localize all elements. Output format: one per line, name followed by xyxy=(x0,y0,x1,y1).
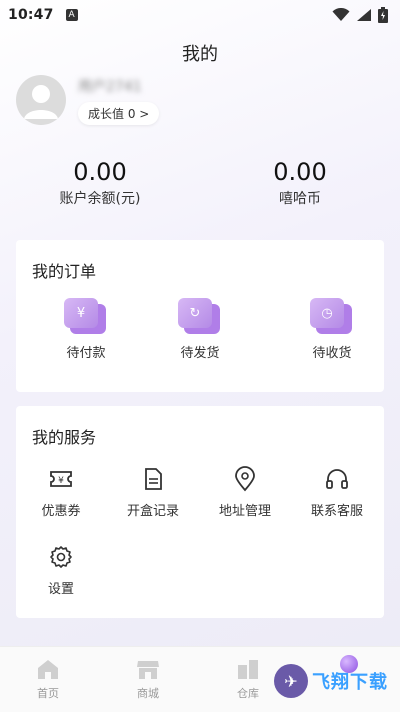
order-item-pending-receipt[interactable]: ◷ 待收货 xyxy=(282,298,382,361)
growth-value-button[interactable]: 成长值 0 > xyxy=(78,101,160,125)
signal-icon xyxy=(357,9,371,21)
status-indicators xyxy=(332,7,388,23)
balance-amount: 0.00 xyxy=(73,158,127,186)
profile-section[interactable]: 用户2741 成长值 0 > xyxy=(16,75,160,125)
battery-icon xyxy=(378,7,388,23)
service-settings[interactable]: 设置 xyxy=(16,544,106,597)
order-label: 待付款 xyxy=(66,346,106,361)
service-label: 开盒记录 xyxy=(126,504,179,519)
location-icon xyxy=(235,466,255,492)
coin-amount: 0.00 xyxy=(273,158,327,186)
avatar[interactable] xyxy=(16,75,66,125)
service-label: 地址管理 xyxy=(218,504,271,519)
pending-ship-icon: ↻ xyxy=(178,298,222,336)
watermark: ✈ 飞翔下载 xyxy=(274,664,388,698)
notification-icon: A xyxy=(65,9,78,21)
service-box-record[interactable]: 开盒记录 xyxy=(108,466,198,519)
services-card: 我的服务 ¥ 优惠券 开盒记录 地址管理 联系客服 设置 xyxy=(16,406,384,618)
service-address[interactable]: 地址管理 xyxy=(200,466,290,519)
tab-label: 仓库 xyxy=(237,687,259,700)
tab-home[interactable]: 首页 xyxy=(8,657,88,701)
service-coupon[interactable]: ¥ 优惠券 xyxy=(16,466,106,519)
status-time: 10:47 xyxy=(8,7,54,23)
wallet-icon: ¥ xyxy=(64,298,108,336)
balance-label: 账户余额(元) xyxy=(59,191,141,207)
svg-text:¥: ¥ xyxy=(58,476,64,486)
tab-label: 首页 xyxy=(37,687,59,700)
coin-balance[interactable]: 0.00 嘻哈币 xyxy=(200,158,400,208)
gear-icon xyxy=(50,546,72,568)
coupon-icon: ¥ xyxy=(50,471,72,487)
coin-label: 嘻哈币 xyxy=(279,191,321,207)
default-avatar-icon xyxy=(24,85,58,119)
order-item-pending-shipment[interactable]: ↻ 待发货 xyxy=(150,298,250,361)
orders-title: 我的订单 xyxy=(32,262,97,281)
service-label: 设置 xyxy=(47,582,74,597)
service-label: 联系客服 xyxy=(310,504,363,519)
order-label: 待发货 xyxy=(180,346,220,361)
home-icon xyxy=(38,660,58,679)
order-item-pending-payment[interactable]: ¥ 待付款 xyxy=(36,298,136,361)
balances-row: 0.00 账户余额(元) 0.00 嘻哈币 xyxy=(0,158,400,208)
account-balance[interactable]: 0.00 账户余额(元) xyxy=(0,158,200,208)
tab-shop[interactable]: 商城 xyxy=(108,657,188,701)
wifi-icon xyxy=(332,8,350,21)
record-icon xyxy=(145,468,162,490)
status-bar: 10:47 A xyxy=(0,0,400,30)
shop-icon xyxy=(137,661,159,679)
page-title: 我的 xyxy=(182,44,218,65)
receive-icon: ◷ xyxy=(310,298,354,336)
watermark-logo-icon: ✈ xyxy=(274,664,308,698)
headset-icon xyxy=(326,469,348,489)
services-title: 我的服务 xyxy=(32,428,97,447)
username: 用户2741 xyxy=(78,78,142,95)
watermark-text: 飞翔下载 xyxy=(312,672,388,693)
orders-card: 我的订单 ¥ 待付款 ↻ 待发货 ◷ 待收货 xyxy=(16,240,384,392)
service-label: 优惠券 xyxy=(41,504,81,519)
order-label: 待收货 xyxy=(312,346,352,361)
service-customer-support[interactable]: 联系客服 xyxy=(292,466,382,519)
tab-label: 商城 xyxy=(137,687,159,700)
warehouse-icon xyxy=(238,660,258,679)
